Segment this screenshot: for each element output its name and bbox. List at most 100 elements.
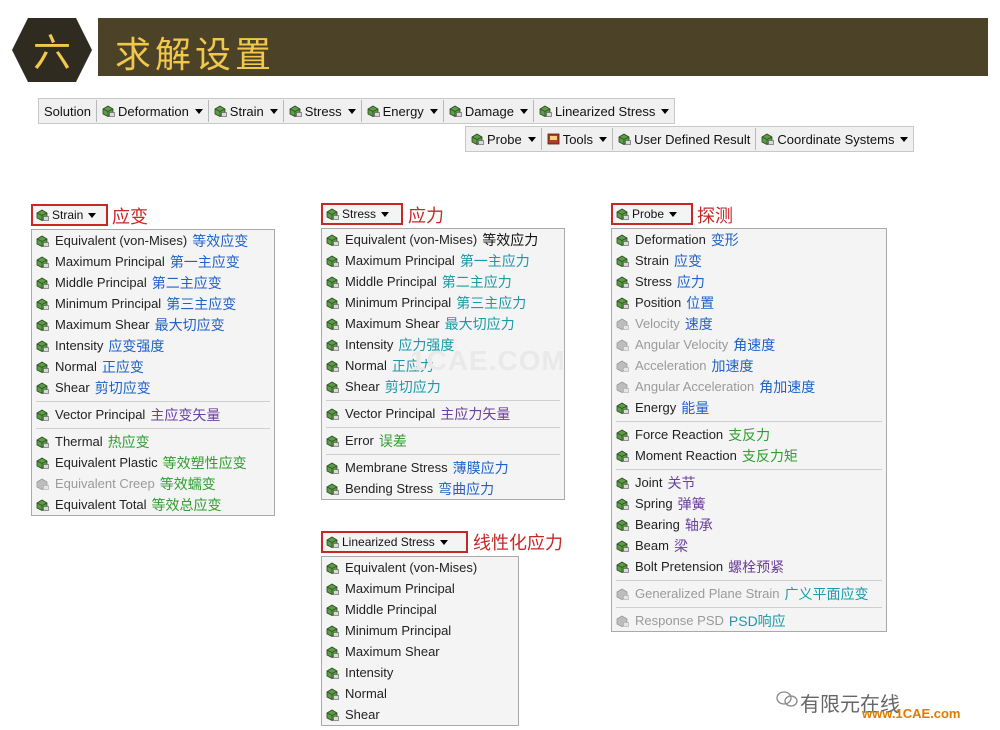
result-icon [36, 277, 49, 289]
menu-item-energy[interactable]: Energy 能量 [612, 397, 886, 418]
menu-item-shear[interactable]: Shear [322, 704, 518, 725]
menu-item-equivalent-plastic[interactable]: Equivalent Plastic 等效塑性应变 [32, 452, 274, 473]
menu-item-chinese-label: 支反力 [728, 426, 771, 443]
menu-item-minimum-principal[interactable]: Minimum Principal 第三主应变 [32, 293, 274, 314]
toolbar-probe-button[interactable]: Probe [466, 128, 542, 150]
menu-item-generalized-plane-strain[interactable]: Generalized Plane Strain 广义平面应变 [612, 583, 886, 604]
probe-dropdown-button[interactable]: Probe [611, 203, 693, 225]
menu-item-response-psd[interactable]: Response PSD PSD响应 [612, 610, 886, 631]
menu-item-angular-acceleration[interactable]: Angular Acceleration 角加速度 [612, 376, 886, 397]
result-icon [326, 381, 339, 393]
toolbar-deformation-button[interactable]: Deformation [97, 100, 209, 122]
menu-item-chinese-label: 第三主应变 [166, 295, 237, 312]
menu-item-minimum-principal[interactable]: Minimum Principal [322, 620, 518, 641]
toolbar-user-defined-result-button[interactable]: User Defined Result [613, 128, 757, 150]
menu-item-chinese-label: 最大切应变 [154, 316, 225, 333]
menu-item-acceleration[interactable]: Acceleration 加速度 [612, 355, 886, 376]
menu-item-spring[interactable]: Spring 弹簧 [612, 493, 886, 514]
menu-item-chinese-label: 角速度 [733, 336, 776, 353]
toolbar-stress-button[interactable]: Stress [284, 100, 362, 122]
menu-item-bearing[interactable]: Bearing 轴承 [612, 514, 886, 535]
menu-item-chinese-label: 热应变 [107, 433, 150, 450]
menu-separator [326, 427, 560, 428]
menu-item-moment-reaction[interactable]: Moment Reaction 支反力矩 [612, 445, 886, 466]
menu-item-equivalent-von-mises[interactable]: Equivalent (von-Mises) 等效应力 [322, 229, 564, 250]
result-icon [616, 588, 629, 600]
menu-item-normal[interactable]: Normal [322, 683, 518, 704]
menu-item-thermal[interactable]: Thermal 热应变 [32, 431, 274, 452]
damage-icon [449, 105, 462, 117]
menu-item-vector-principal[interactable]: Vector Principal 主应力矢量 [322, 403, 564, 424]
result-icon [36, 478, 49, 490]
strain-dropdown-button[interactable]: Strain [31, 204, 108, 226]
menu-item-maximum-principal[interactable]: Maximum Principal 第一主应力 [322, 250, 564, 271]
result-icon [36, 382, 49, 394]
toolbar-linearized-stress-button[interactable]: Linearized Stress [534, 100, 674, 122]
menu-item-label: Equivalent (von-Mises) [345, 232, 478, 247]
menu-item-maximum-principal[interactable]: Maximum Principal [322, 578, 518, 599]
menu-item-chinese-label: 支反力矩 [741, 447, 798, 464]
menu-item-bolt-pretension[interactable]: Bolt Pretension 螺栓预紧 [612, 556, 886, 577]
menu-item-chinese-label: 应变强度 [108, 337, 165, 354]
menu-item-maximum-shear[interactable]: Maximum Shear 最大切应变 [32, 314, 274, 335]
toolbar-solution-button[interactable]: Solution [39, 100, 97, 122]
result-icon [36, 340, 49, 352]
menu-item-maximum-principal[interactable]: Maximum Principal 第一主应变 [32, 251, 274, 272]
menu-item-error[interactable]: Error 误差 [322, 430, 564, 451]
menu-item-beam[interactable]: Beam 梁 [612, 535, 886, 556]
menu-item-shear[interactable]: Shear 剪切应变 [32, 377, 274, 398]
linearized-stress-dropdown-button[interactable]: Linearized Stress [321, 531, 468, 553]
menu-item-shear[interactable]: Shear 剪切应力 [322, 376, 564, 397]
menu-item-equivalent-total[interactable]: Equivalent Total 等效总应变 [32, 494, 274, 515]
menu-item-maximum-shear[interactable]: Maximum Shear [322, 641, 518, 662]
toolbar-energy-button[interactable]: Energy [362, 100, 444, 122]
result-icon [616, 255, 629, 267]
menu-item-label: Deformation [635, 232, 706, 247]
menu-item-joint[interactable]: Joint 关节 [612, 472, 886, 493]
menu-item-minimum-principal[interactable]: Minimum Principal 第三主应力 [322, 292, 564, 313]
menu-item-chinese-label: 角加速度 [759, 378, 816, 395]
menu-item-chinese-label: 速度 [684, 315, 713, 332]
toolbar-label: Damage [464, 103, 514, 119]
toolbar-tools-button[interactable]: Tools [542, 128, 614, 150]
chevron-down-icon [439, 539, 448, 545]
menu-item-membrane-stress[interactable]: Membrane Stress 薄膜应力 [322, 457, 564, 478]
menu-item-angular-velocity[interactable]: Angular Velocity 角速度 [612, 334, 886, 355]
result-icon [326, 234, 339, 246]
menu-item-velocity[interactable]: Velocity 速度 [612, 313, 886, 334]
menu-item-middle-principal[interactable]: Middle Principal [322, 599, 518, 620]
toolbar-coordinate-systems-button[interactable]: Coordinate Systems [756, 128, 913, 150]
menu-item-normal[interactable]: Normal 正应变 [32, 356, 274, 377]
menu-item-intensity[interactable]: Intensity 应变强度 [32, 335, 274, 356]
menu-item-intensity[interactable]: Intensity [322, 662, 518, 683]
result-icon [326, 667, 339, 679]
menu-item-chinese-label: 变形 [710, 231, 739, 248]
menu-item-label: Intensity [345, 665, 394, 680]
stress-dropdown-button[interactable]: Stress [321, 203, 403, 225]
chevron-down-icon [669, 211, 678, 217]
menu-item-maximum-shear[interactable]: Maximum Shear 最大切应力 [322, 313, 564, 334]
menu-item-label: Minimum Principal [55, 296, 162, 311]
menu-separator [36, 401, 270, 402]
menu-item-strain[interactable]: Strain 应变 [612, 250, 886, 271]
result-icon [36, 499, 49, 511]
menu-item-stress[interactable]: Stress 应力 [612, 271, 886, 292]
menu-item-force-reaction[interactable]: Force Reaction 支反力 [612, 424, 886, 445]
menu-item-middle-principal[interactable]: Middle Principal 第二主应力 [322, 271, 564, 292]
strain-icon [214, 105, 227, 117]
menu-item-middle-principal[interactable]: Middle Principal 第二主应变 [32, 272, 274, 293]
menu-item-position[interactable]: Position 位置 [612, 292, 886, 313]
menu-item-deformation[interactable]: Deformation 变形 [612, 229, 886, 250]
menu-item-bending-stress[interactable]: Bending Stress 弯曲应力 [322, 478, 564, 499]
menu-item-equivalent-von-mises[interactable]: Equivalent (von-Mises) 等效应变 [32, 230, 274, 251]
toolbar-damage-button[interactable]: Damage [444, 100, 534, 122]
menu-item-equivalent-von-mises[interactable]: Equivalent (von-Mises) [322, 557, 518, 578]
probe-icon [616, 208, 629, 220]
menu-item-equivalent-creep[interactable]: Equivalent Creep 等效蠕变 [32, 473, 274, 494]
menu-item-chinese-label: 误差 [378, 432, 407, 449]
menu-item-vector-principal[interactable]: Vector Principal 主应变矢量 [32, 404, 274, 425]
menu-item-chinese-label: 等效蠕变 [159, 475, 216, 492]
result-icon [326, 435, 339, 447]
toolbar-strain-button[interactable]: Strain [209, 100, 284, 122]
page-title: 求解设置 [115, 35, 276, 76]
